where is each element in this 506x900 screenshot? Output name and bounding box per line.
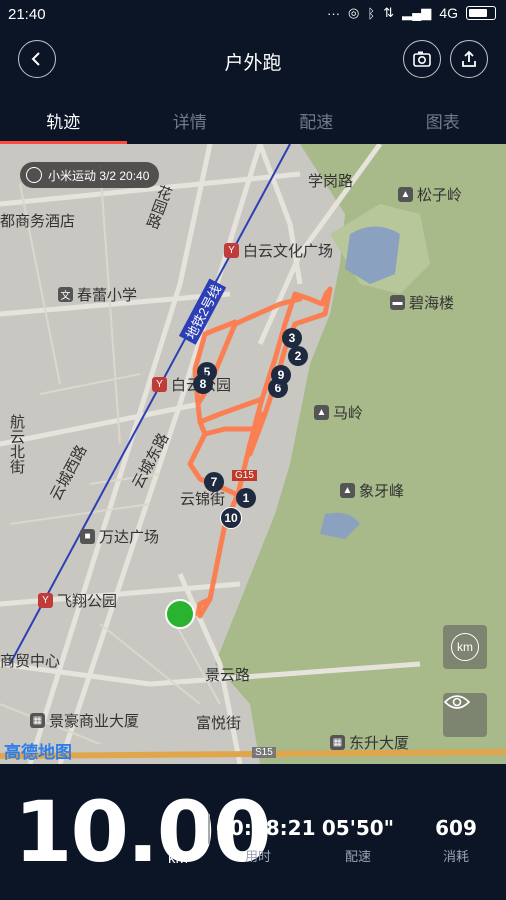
highway-label: G15 <box>232 470 257 481</box>
distance-unit: km <box>168 850 188 867</box>
tab-details[interactable]: 详情 <box>127 98 254 144</box>
duration-label: 用时 <box>244 849 271 864</box>
watermark-text: 小米运动 3/2 20:40 <box>48 168 150 183</box>
tab-bar: 轨迹 详情 配速 图表 <box>0 98 506 144</box>
route-map[interactable]: 小米运动 3/2 20:40 学岗路 花园路 地铁2号线 云城西路 云城东路 航… <box>0 144 506 764</box>
poi[interactable]: 商贸中心 <box>0 650 60 671</box>
start-point[interactable] <box>165 599 195 629</box>
header: 户外跑 <box>0 30 506 90</box>
mountain-icon: ▲ <box>398 187 413 202</box>
shopping-icon: ■ <box>80 529 95 544</box>
metro-icon: Y <box>38 593 53 608</box>
poi[interactable]: ▲ 象牙峰 <box>340 480 404 501</box>
status-icons: ··· ◎ ᛒ ⇅ ▂▄▆ 4G <box>327 5 496 21</box>
poi-metro[interactable]: Y白云公园 <box>152 374 231 395</box>
metro-icon: Y <box>224 243 239 258</box>
poi-metro[interactable]: Y 飞翔公园 <box>38 590 117 611</box>
school-icon: 文 <box>58 287 73 302</box>
poi[interactable]: 都商务酒店 <box>0 210 75 231</box>
highway-label: S15 <box>252 747 276 758</box>
share-icon <box>462 50 476 67</box>
road-label: 云锦街 <box>180 491 226 508</box>
hotel-icon: ▬ <box>390 295 405 310</box>
road-label: 航云北街 <box>8 414 25 474</box>
km-marker[interactable]: 9 <box>271 365 291 385</box>
km-marker[interactable]: 8 <box>193 374 213 394</box>
signal-icon: ▂▄▆ <box>402 5 432 20</box>
duration-stat: 00:58:21 用时 <box>216 816 316 865</box>
poi[interactable]: ▲ 松子岭 <box>398 184 462 205</box>
pace-value: 05'50" <box>321 816 395 840</box>
divider <box>208 814 210 844</box>
km-marker[interactable]: 10 <box>220 507 242 529</box>
calories-stat: 609 消耗 <box>424 816 488 865</box>
mountain-icon: ▲ <box>340 483 355 498</box>
duration-value: 00:58:21 <box>216 816 316 840</box>
calories-label: 消耗 <box>442 849 469 864</box>
km-marker[interactable]: 1 <box>236 488 256 508</box>
clock-icon <box>26 167 42 183</box>
watermark-badge: 小米运动 3/2 20:40 <box>20 162 160 188</box>
poi[interactable]: 富悦街 <box>196 712 241 733</box>
metro-icon: Y <box>152 377 167 392</box>
network-type: 4G <box>439 5 458 21</box>
camera-icon <box>413 51 431 67</box>
poi[interactable]: ■ 万达广场 <box>80 526 159 547</box>
km-marker[interactable]: 2 <box>288 346 308 366</box>
bluetooth-icon: ᛒ <box>367 5 376 21</box>
poi[interactable]: ▲ 马岭 <box>314 402 363 423</box>
tab-track[interactable]: 轨迹 <box>0 98 127 144</box>
tab-charts[interactable]: 图表 <box>380 98 506 144</box>
calories-value: 609 <box>435 816 477 840</box>
road-label: 景云路 <box>205 667 251 684</box>
battery-icon <box>466 6 496 20</box>
tab-pace[interactable]: 配速 <box>253 98 380 144</box>
km-marker[interactable]: 3 <box>282 328 302 348</box>
eye-icon <box>443 695 471 709</box>
pace-label: 配速 <box>344 849 371 864</box>
screenshot-button[interactable] <box>403 40 441 78</box>
poi[interactable]: ▦ 景豪商业大厦 <box>30 710 139 731</box>
map-provider-logo: 高德地图 <box>4 743 72 762</box>
share-button[interactable] <box>450 40 488 78</box>
km-icon: km <box>451 633 479 661</box>
road-label: 学岗路 <box>308 173 354 190</box>
poi-metro[interactable]: Y 白云文化广场 <box>224 240 333 261</box>
building-icon: ▦ <box>30 713 45 728</box>
status-time: 21:40 <box>8 6 46 23</box>
visibility-toggle-button[interactable] <box>443 693 487 737</box>
more-icon: ··· <box>327 5 341 21</box>
building-icon: ▦ <box>330 735 345 750</box>
status-bar: 21:40 ··· ◎ ᛒ ⇅ ▂▄▆ 4G <box>0 0 506 30</box>
vibrate-icon: ⇅ <box>383 5 395 20</box>
hotspot-icon: ◎ <box>348 5 360 20</box>
poi[interactable]: ▦ 东升大厦 <box>330 732 409 753</box>
poi[interactable]: 文春蕾小学 <box>58 284 137 305</box>
unit-toggle-button[interactable]: km <box>443 625 487 669</box>
pace-stat: 05'50" 配速 <box>318 816 398 865</box>
poi[interactable]: ▬ 碧海楼 <box>390 292 454 313</box>
stats-panel: 10.00 km 00:58:21 用时 05'50" 配速 609 消耗 <box>0 764 506 900</box>
mountain-icon: ▲ <box>314 405 329 420</box>
km-marker[interactable]: 7 <box>204 472 224 492</box>
